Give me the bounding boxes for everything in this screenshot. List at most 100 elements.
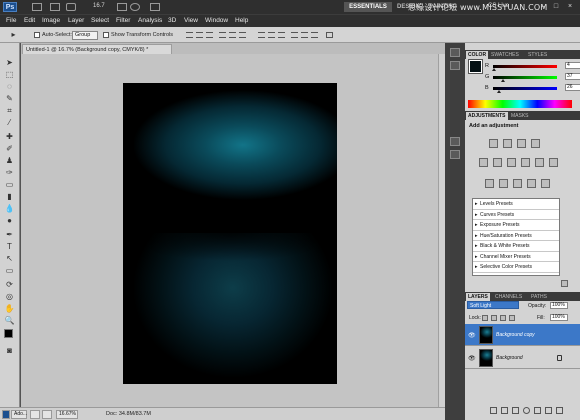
3d-orbit-tool-icon[interactable]: ◎ bbox=[4, 292, 15, 301]
selective-color-icon[interactable] bbox=[541, 179, 550, 188]
new-group-icon[interactable] bbox=[534, 407, 541, 414]
red-slider[interactable] bbox=[493, 65, 557, 68]
align-left-icon[interactable] bbox=[219, 32, 226, 38]
new-layer-icon[interactable] bbox=[545, 407, 552, 414]
preset-hue-saturation[interactable]: Hue/Saturation Presets bbox=[473, 231, 559, 241]
distribute-hcenter-icon[interactable] bbox=[301, 32, 308, 38]
distribute-bottom-icon[interactable] bbox=[278, 32, 285, 38]
opacity-field[interactable]: 100% bbox=[550, 302, 568, 309]
eyedropper-tool-icon[interactable]: ⁄ bbox=[4, 118, 15, 127]
align-vcenter-icon[interactable] bbox=[196, 32, 203, 38]
foreground-color-swatch[interactable] bbox=[4, 329, 13, 338]
color-foreground-swatch[interactable] bbox=[468, 59, 483, 74]
tab-paths[interactable]: PATHS bbox=[529, 293, 549, 301]
blue-slider[interactable] bbox=[493, 87, 557, 90]
black-white-icon[interactable] bbox=[521, 158, 530, 167]
blur-tool-icon[interactable]: 💧 bbox=[4, 204, 15, 213]
preset-channel-mixer[interactable]: Channel Mixer Presets bbox=[473, 252, 559, 262]
distribute-top-icon[interactable] bbox=[258, 32, 265, 38]
arrange-documents-icon[interactable] bbox=[150, 3, 160, 11]
hand-tool-icon[interactable]: ✋ bbox=[4, 304, 15, 313]
green-value-field[interactable]: 37 bbox=[565, 73, 580, 80]
menu-window[interactable]: Window bbox=[205, 17, 228, 24]
maximize-icon[interactable]: □ bbox=[551, 2, 561, 11]
red-slider-thumb[interactable] bbox=[492, 68, 497, 71]
crop-tool-icon[interactable]: ⌗ bbox=[4, 106, 15, 115]
canvas-area[interactable] bbox=[21, 54, 445, 407]
link-layers-icon[interactable] bbox=[490, 407, 497, 414]
layer-name[interactable]: Background bbox=[496, 355, 523, 361]
paragraph-panel-icon[interactable] bbox=[450, 150, 460, 159]
layer-row-background[interactable]: 👁 Background bbox=[465, 347, 580, 369]
preset-exposure[interactable]: Exposure Presets bbox=[473, 220, 559, 231]
pen-tool-icon[interactable]: ✒ bbox=[4, 230, 15, 239]
layer-row-background-copy[interactable]: 👁 Background copy bbox=[465, 324, 580, 346]
menu-select[interactable]: Select bbox=[91, 17, 109, 24]
preset-selective-color[interactable]: Selective Color Presets bbox=[473, 262, 559, 273]
zoom-level[interactable]: 16.7 bbox=[93, 3, 105, 9]
eye-icon[interactable]: 👁 bbox=[468, 355, 476, 362]
workspace-essentials-button[interactable]: ESSENTIALS bbox=[344, 2, 392, 12]
history-brush-tool-icon[interactable]: ✑ bbox=[4, 168, 15, 177]
layer-name[interactable]: Background copy bbox=[496, 332, 535, 338]
taskbar-window-icon[interactable] bbox=[30, 410, 40, 419]
quick-select-tool-icon[interactable]: ✎ bbox=[4, 94, 15, 103]
taskbar-item[interactable]: Ado... bbox=[11, 410, 27, 419]
curves-icon[interactable] bbox=[517, 139, 526, 148]
tab-channels[interactable]: CHANNELS bbox=[493, 293, 524, 301]
preset-black-white[interactable]: Black & White Presets bbox=[473, 241, 559, 252]
menu-analysis[interactable]: Analysis bbox=[138, 17, 162, 24]
layer-style-icon[interactable] bbox=[501, 407, 508, 414]
vibrance-icon[interactable] bbox=[479, 158, 488, 167]
lock-all-icon[interactable] bbox=[509, 315, 515, 321]
character-panel-icon[interactable] bbox=[450, 137, 460, 146]
clone-stamp-tool-icon[interactable]: ♟ bbox=[4, 156, 15, 165]
channel-mixer-icon[interactable] bbox=[549, 158, 558, 167]
align-right-icon[interactable] bbox=[239, 32, 246, 38]
menu-edit[interactable]: Edit bbox=[24, 17, 35, 24]
red-value-field[interactable]: 4 bbox=[565, 62, 580, 69]
zoom-tool-icon[interactable]: 🔍 bbox=[4, 316, 15, 325]
invert-icon[interactable] bbox=[485, 179, 494, 188]
gradient-tool-icon[interactable]: ▮ bbox=[4, 192, 15, 201]
tab-adjustments[interactable]: ADJUSTMENTS bbox=[466, 112, 508, 120]
mini-bridge-icon[interactable] bbox=[50, 3, 60, 11]
type-tool-icon[interactable]: T bbox=[4, 242, 15, 251]
menu-filter[interactable]: Filter bbox=[116, 17, 130, 24]
show-transform-checkbox[interactable] bbox=[103, 32, 109, 38]
lock-position-icon[interactable] bbox=[500, 315, 506, 321]
threshold-icon[interactable] bbox=[513, 179, 522, 188]
tab-layers[interactable]: LAYERS bbox=[466, 293, 490, 301]
close-icon[interactable]: × bbox=[565, 2, 575, 11]
auto-align-icon[interactable] bbox=[326, 32, 333, 38]
path-select-tool-icon[interactable]: ↖ bbox=[4, 254, 15, 263]
tab-swatches[interactable]: SWATCHES bbox=[489, 51, 521, 59]
lasso-tool-icon[interactable]: ◌ bbox=[4, 82, 15, 91]
exposure-icon[interactable] bbox=[531, 139, 540, 148]
preset-levels[interactable]: Levels Presets bbox=[473, 199, 559, 210]
minimize-icon[interactable]: – bbox=[538, 2, 548, 11]
move-tool-icon[interactable]: ➤ bbox=[4, 58, 15, 67]
auto-select-dropdown[interactable]: Group bbox=[72, 31, 98, 40]
rotate-view-icon[interactable] bbox=[130, 3, 140, 11]
posterize-icon[interactable] bbox=[499, 179, 508, 188]
distribute-right-icon[interactable] bbox=[311, 32, 318, 38]
document-canvas[interactable] bbox=[123, 83, 337, 384]
align-bottom-icon[interactable] bbox=[206, 32, 213, 38]
zoom-percent-field[interactable]: 16.67% bbox=[56, 410, 78, 419]
document-tab[interactable]: Untitled-1 @ 16.7% (Background copy, CMY… bbox=[22, 44, 172, 54]
blue-value-field[interactable]: 26 bbox=[565, 84, 580, 91]
tab-styles[interactable]: STYLES bbox=[526, 51, 549, 59]
distribute-left-icon[interactable] bbox=[291, 32, 298, 38]
taskbar-ps-icon[interactable] bbox=[2, 410, 10, 419]
eraser-tool-icon[interactable]: ▭ bbox=[4, 180, 15, 189]
align-top-icon[interactable] bbox=[186, 32, 193, 38]
menu-file[interactable]: File bbox=[6, 17, 16, 24]
taskbar-window-icon-2[interactable] bbox=[42, 410, 52, 419]
brightness-contrast-icon[interactable] bbox=[489, 139, 498, 148]
green-slider-thumb[interactable] bbox=[500, 79, 505, 82]
hand-icon[interactable] bbox=[117, 3, 127, 11]
vertical-scrollbar[interactable] bbox=[438, 54, 445, 407]
dodge-tool-icon[interactable]: ● bbox=[4, 216, 15, 225]
blue-slider-thumb[interactable] bbox=[497, 90, 502, 93]
